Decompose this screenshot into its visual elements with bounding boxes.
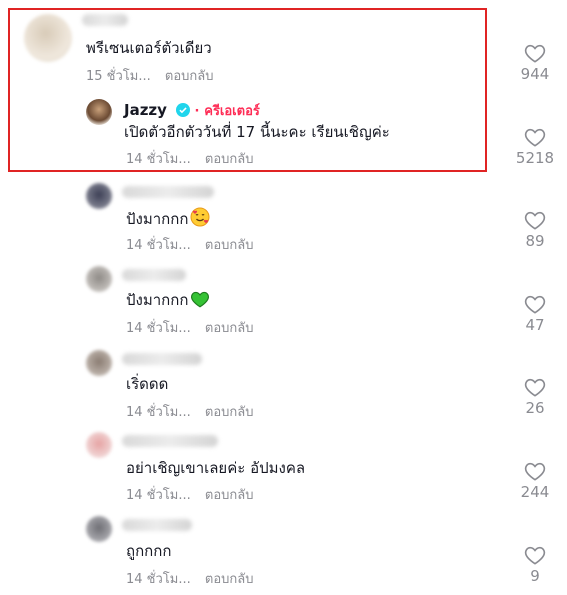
comment-time: 15 ชั่วโม... <box>86 69 151 84</box>
like-count: 5218 <box>515 149 555 167</box>
comment-meta: 14 ชั่วโม... ตอบกลับ <box>126 152 253 168</box>
comment-text: เปิดตัวอีกตัววันที่ 17 นี้นะคะ เรียนเชิญ… <box>124 123 390 141</box>
reply-button[interactable]: ตอบกลับ <box>205 321 254 336</box>
creator-separator: · <box>194 104 200 119</box>
like-button[interactable]: 9 <box>515 545 555 585</box>
reply-button[interactable]: ตอบกลับ <box>205 488 254 503</box>
reply-button[interactable]: ตอบกลับ <box>205 152 254 167</box>
comment-time: 14 ชั่วโม... <box>126 572 191 587</box>
verified-icon <box>175 103 190 117</box>
heart-icon <box>524 462 546 481</box>
creator-badge: ครีเอเตอร์ <box>204 104 260 119</box>
reply-button[interactable]: ตอบกลับ <box>165 69 214 84</box>
username-blurred[interactable] <box>122 435 218 447</box>
username-blurred[interactable] <box>122 186 214 198</box>
comment-meta: 14 ชั่วโม... ตอบกลับ <box>126 488 253 504</box>
comment-text: ปังมากกก <box>126 207 210 229</box>
like-count: 9 <box>530 567 540 585</box>
comment-text: ปังมากกก <box>126 290 210 310</box>
like-button[interactable]: 47 <box>515 294 555 334</box>
like-count: 47 <box>525 316 545 334</box>
comment-meta: 15 ชั่วโม... ตอบกลับ <box>86 69 213 85</box>
like-button[interactable]: 944 <box>515 43 555 83</box>
like-button[interactable]: 5218 <box>515 127 555 167</box>
comment-time: 14 ชั่วโม... <box>126 152 191 167</box>
comment-text: อย่าเชิญเขาเลยค่ะ อัปมงคล <box>126 459 306 477</box>
heart-icon <box>524 546 546 565</box>
comment-time: 14 ชั่วโม... <box>126 488 191 503</box>
green-heart-emoji <box>191 291 210 308</box>
author-row: Jazzy · ครีเอเตอร์ <box>124 100 260 122</box>
heart-icon <box>524 44 546 63</box>
like-count: 244 <box>520 483 550 501</box>
like-button[interactable]: 244 <box>515 461 555 501</box>
comment-text: ถูกกกก <box>126 542 172 560</box>
avatar[interactable] <box>86 516 112 542</box>
comment-meta: 14 ชั่วโม... ตอบกลับ <box>126 238 253 254</box>
heart-icon <box>524 211 546 230</box>
like-count: 26 <box>525 399 545 417</box>
like-count: 89 <box>525 232 545 250</box>
comment-text-content: ปังมากกก <box>126 291 189 309</box>
username-blurred[interactable] <box>122 519 192 531</box>
like-button[interactable]: 89 <box>515 210 555 250</box>
comment-meta: 14 ชั่วโม... ตอบกลับ <box>126 405 253 421</box>
username-blurred[interactable] <box>122 269 186 281</box>
avatar[interactable] <box>86 266 112 292</box>
avatar[interactable] <box>86 99 112 125</box>
like-button[interactable]: 26 <box>515 377 555 417</box>
heart-icon <box>524 128 546 147</box>
avatar[interactable] <box>24 14 72 62</box>
username-blurred[interactable] <box>82 14 128 26</box>
avatar[interactable] <box>86 183 112 209</box>
comment-text: เริ่ดดด <box>126 375 169 393</box>
highlight-box <box>8 8 487 172</box>
comment-meta: 14 ชั่วโม... ตอบกลับ <box>126 572 253 588</box>
reply-button[interactable]: ตอบกลับ <box>205 405 254 420</box>
comment-meta: 14 ชั่วโม... ตอบกลับ <box>126 321 253 337</box>
avatar[interactable] <box>86 350 112 376</box>
comment-text: พรีเซนเตอร์ตัวเดียว <box>86 39 212 57</box>
reply-button[interactable]: ตอบกลับ <box>205 572 254 587</box>
heart-icon <box>524 295 546 314</box>
avatar[interactable] <box>86 432 112 458</box>
like-count: 944 <box>520 65 550 83</box>
comment-text-content: ปังมากกก <box>126 210 189 228</box>
comment-time: 14 ชั่วโม... <box>126 238 191 253</box>
username-blurred[interactable] <box>122 353 202 365</box>
comment-time: 14 ชั่วโม... <box>126 321 191 336</box>
heart-icon <box>524 378 546 397</box>
reply-button[interactable]: ตอบกลับ <box>205 238 254 253</box>
username[interactable]: Jazzy <box>124 101 167 119</box>
comment-time: 14 ชั่วโม... <box>126 405 191 420</box>
smiling-face-with-hearts-emoji <box>190 207 210 227</box>
